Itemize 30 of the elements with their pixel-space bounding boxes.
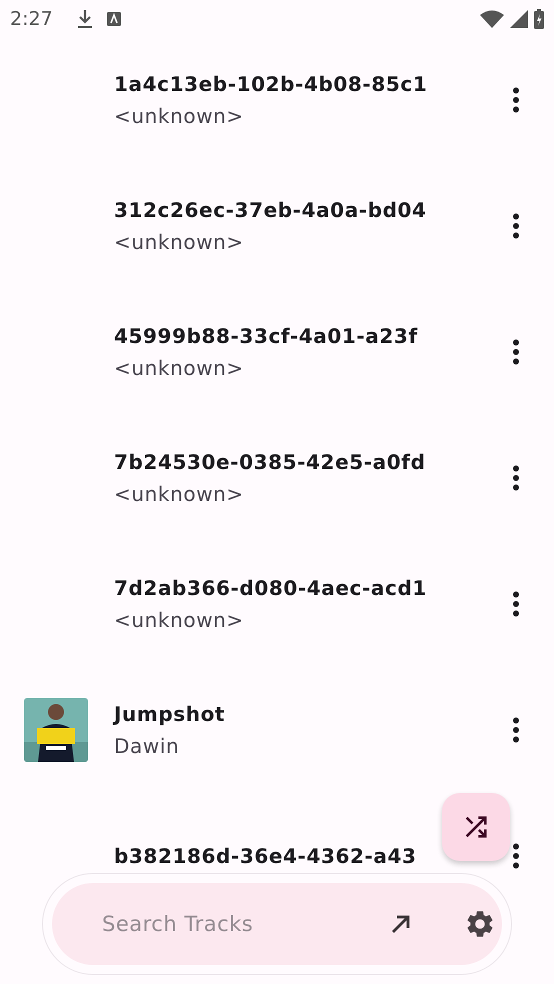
more-options-icon <box>512 213 520 239</box>
track-artist: Dawin <box>114 734 180 758</box>
battery-icon <box>534 8 544 28</box>
track-artist: <unknown> <box>114 482 245 506</box>
more-options-icon <box>512 717 520 743</box>
track-title: 312c26ec-37eb-4a0a-bd04 <box>114 198 428 222</box>
track-title: 45999b88-33cf-4a01-a23f <box>114 324 419 348</box>
track-title: 7d2ab366-d080-4aec-acd1 <box>114 576 428 600</box>
track-title: 7b24530e-0385-42e5-a0fd <box>114 450 426 474</box>
track-artist: <unknown> <box>114 104 245 128</box>
more-options-icon <box>512 87 520 113</box>
track-artist: <unknown> <box>114 230 245 254</box>
arrow-button[interactable] <box>390 913 412 935</box>
shuffle-button[interactable] <box>442 793 510 861</box>
more-options-icon <box>512 843 520 869</box>
arrow-icon <box>390 913 412 935</box>
track-artist: <unknown> <box>114 608 245 632</box>
signal-icon <box>510 10 528 28</box>
keyboard-icon <box>106 12 121 26</box>
track-title: b382186d-36e4-4362-a43 <box>114 844 418 868</box>
download-icon <box>76 8 93 28</box>
more-options-icon <box>512 339 520 365</box>
track-title: Jumpshot <box>114 702 226 726</box>
track-artist: <unknown> <box>114 356 245 380</box>
status-time: 2:27 <box>10 8 53 30</box>
more-options-icon <box>512 465 520 491</box>
wifi-icon <box>480 10 504 28</box>
more-options-icon <box>512 591 520 617</box>
search-field[interactable]: Search Tracks <box>100 911 372 937</box>
track-title: 1a4c13eb-102b-4b08-85c1 <box>114 72 428 96</box>
